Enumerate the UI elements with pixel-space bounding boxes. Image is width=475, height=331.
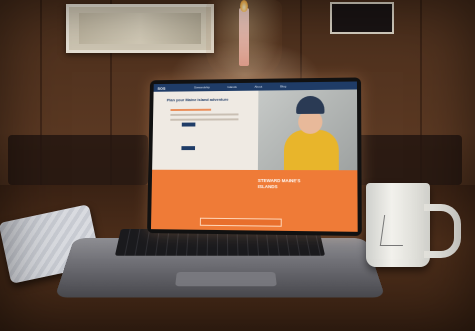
hero-text-line bbox=[170, 108, 212, 112]
hero-button[interactable] bbox=[181, 146, 196, 151]
website-footer: STEWARD MAINE'S ISLANDS bbox=[150, 169, 358, 232]
chair-left bbox=[8, 135, 148, 185]
hurricane-lamp bbox=[196, 0, 292, 80]
hero-title: Plan your Maine island adventure bbox=[166, 96, 229, 103]
website-logo[interactable]: SOS bbox=[157, 85, 176, 90]
chair-right bbox=[352, 135, 462, 185]
website: SOS Stewardship Islands About Blog Plan … bbox=[150, 81, 358, 232]
mug-handle bbox=[424, 204, 461, 258]
hero-button[interactable] bbox=[181, 122, 196, 127]
person-hat bbox=[296, 95, 325, 114]
footer-bar bbox=[199, 217, 282, 227]
candle-flame bbox=[240, 0, 248, 12]
hero-text-line bbox=[170, 118, 239, 121]
person-coat bbox=[283, 129, 339, 173]
laptop-screen: SOS Stewardship Islands About Blog Plan … bbox=[147, 77, 362, 237]
nav-item[interactable]: Blog bbox=[280, 84, 286, 88]
website-hero: Plan your Maine island adventure bbox=[152, 89, 358, 173]
laptop-trackpad bbox=[175, 272, 277, 287]
hero-text bbox=[170, 108, 239, 124]
mug-illustration bbox=[379, 215, 408, 246]
nav-item[interactable]: Stewardship bbox=[194, 85, 210, 89]
footer-title: STEWARD MAINE'S ISLANDS bbox=[257, 178, 301, 190]
hero-text-line bbox=[170, 113, 239, 116]
photo-scene: SOS Stewardship Islands About Blog Plan … bbox=[0, 0, 475, 331]
nav-item[interactable]: Islands bbox=[227, 85, 236, 89]
nav-item[interactable]: About bbox=[255, 85, 263, 89]
candle bbox=[239, 8, 249, 66]
wall-picture-frame-right bbox=[330, 2, 394, 34]
hero-photo bbox=[257, 89, 358, 173]
